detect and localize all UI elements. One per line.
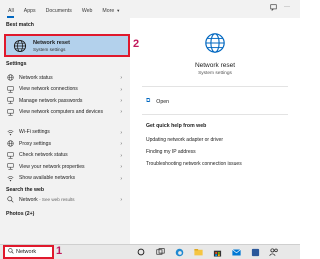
annotation-step-2: 2 (133, 38, 140, 50)
preview-subtitle: System settings (198, 71, 232, 76)
mail-icon[interactable] (231, 247, 241, 257)
best-match-subtitle: System settings (33, 46, 66, 52)
app-icon[interactable] (250, 247, 260, 257)
chevron-right-icon: › (120, 86, 122, 93)
chevron-right-icon: › (120, 164, 122, 170)
photos-header: Photos (2+) (6, 211, 35, 217)
chevron-right-icon: › (120, 129, 122, 136)
tab-all[interactable]: All (0, 8, 19, 18)
file-explorer-icon[interactable] (193, 247, 203, 257)
web-result-item[interactable]: Network - See web results › (0, 194, 128, 206)
open-icon: ⧉ (146, 98, 151, 104)
people-icon[interactable] (269, 247, 279, 257)
chevron-right-icon: › (120, 108, 122, 115)
chevron-down-icon: ▼ (116, 8, 121, 13)
tab-more[interactable]: More ▼ (97, 8, 125, 18)
settings-item-view-network-properties[interactable]: View your network properties › (0, 161, 128, 173)
network-icon (7, 97, 14, 104)
search-input[interactable] (16, 249, 56, 255)
chevron-right-icon: › (120, 175, 122, 182)
preview-title: Network reset (194, 62, 236, 69)
annotation-step-1: 1 (56, 245, 63, 257)
search-web-header: Search the web (6, 187, 45, 193)
tab-web[interactable]: Web (77, 8, 98, 18)
settings-item-network-status[interactable]: Network status › (0, 72, 128, 84)
top-icons: ··· (270, 4, 290, 13)
network-icon (7, 163, 14, 170)
settings-item-check-network-status[interactable]: Check network status › (0, 150, 128, 162)
search-icon (7, 196, 14, 203)
globe-icon (205, 33, 225, 53)
best-match-item[interactable]: Network reset System settings (4, 34, 130, 57)
chevron-right-icon: › (120, 75, 122, 81)
web-result-query: Network (19, 196, 38, 203)
divider (142, 114, 288, 115)
settings-list: Network status › View network connection… (0, 72, 128, 184)
preview-pane: Network reset System settings ⧉ Open Get… (130, 18, 300, 244)
network-icon (7, 108, 14, 116)
chevron-right-icon: › (120, 98, 122, 104)
best-match-header: Best match (6, 22, 34, 28)
globe-icon (7, 140, 14, 147)
wifi-icon (7, 129, 14, 136)
search-panel: All Apps Documents Web More ▼ ··· Best ma… (0, 0, 300, 244)
tab-apps[interactable]: Apps (19, 8, 41, 18)
more-options-icon[interactable]: ··· (284, 4, 290, 13)
tab-documents[interactable]: Documents (41, 8, 77, 18)
taskbar-search-box[interactable] (3, 245, 56, 259)
best-match-title: Network reset (33, 39, 70, 46)
help-link[interactable]: Finding my IP address (146, 149, 196, 155)
open-action[interactable]: ⧉ Open (146, 98, 169, 105)
task-view-icon[interactable] (155, 247, 165, 257)
chevron-right-icon: › (120, 197, 122, 203)
feedback-icon[interactable] (270, 4, 277, 13)
network-icon (7, 86, 14, 93)
wifi-icon (7, 175, 14, 182)
chevron-right-icon: › (120, 141, 122, 147)
settings-item-view-network-computers[interactable]: View network computers and devices › (0, 107, 128, 127)
chevron-right-icon: › (120, 152, 122, 159)
globe-icon (7, 74, 14, 81)
globe-icon (12, 38, 28, 54)
taskbar-icons (136, 247, 279, 257)
search-tabs: All Apps Documents Web More ▼ ··· (0, 0, 300, 18)
web-result-suffix: - See web results (39, 196, 75, 202)
settings-item-proxy-settings[interactable]: Proxy settings › (0, 138, 128, 150)
settings-item-wifi-settings[interactable]: Wi-Fi settings › (0, 127, 128, 139)
store-icon[interactable] (212, 247, 222, 257)
cortana-icon[interactable] (136, 247, 146, 257)
settings-item-manage-network-passwords[interactable]: Manage network passwords › (0, 95, 128, 107)
search-icon (8, 248, 14, 256)
open-label: Open (156, 98, 169, 105)
help-header: Get quick help from web (146, 123, 207, 129)
results-column: Best match Network reset System settings… (0, 18, 130, 244)
divider (142, 86, 288, 87)
help-link[interactable]: Updating network adapter or driver (146, 137, 223, 143)
settings-item-view-network-connections[interactable]: View network connections › (0, 84, 128, 96)
settings-item-show-available-networks[interactable]: Show available networks › (0, 173, 128, 185)
help-link[interactable]: Troubleshooting network connection issue… (146, 161, 242, 167)
settings-header: Settings (6, 61, 27, 67)
taskbar: 1 (0, 244, 300, 259)
network-icon (7, 152, 14, 159)
edge-icon[interactable] (174, 247, 184, 257)
